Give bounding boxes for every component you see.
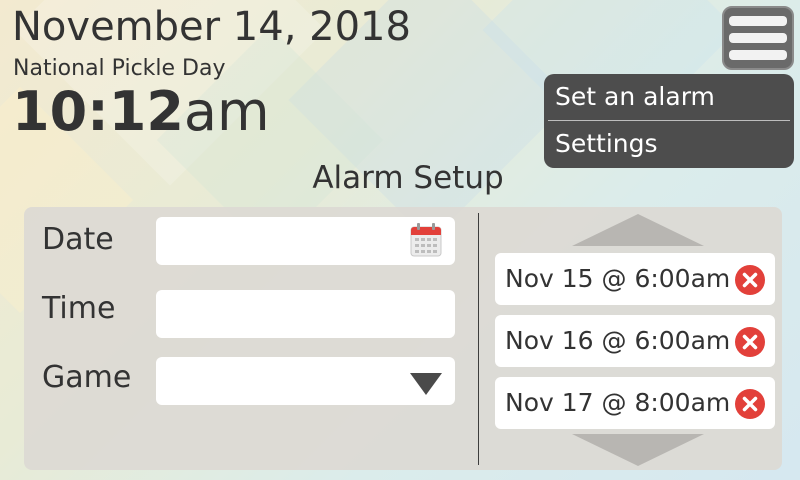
alarm-list-item[interactable]: Nov 15 @ 6:00am: [495, 253, 775, 305]
scroll-up-arrow-icon[interactable]: [572, 214, 704, 246]
time-hours-minutes: 10:12: [12, 80, 184, 143]
game-label: Game: [42, 360, 132, 395]
time-label: Time: [42, 291, 116, 326]
alarm-label: Nov 15 @ 6:00am: [505, 264, 731, 293]
hamburger-menu-icon[interactable]: [722, 6, 794, 70]
alarm-list-item[interactable]: Nov 16 @ 6:00am: [495, 315, 775, 367]
delete-alarm-icon[interactable]: [735, 327, 765, 357]
time-field[interactable]: [156, 290, 455, 338]
alarm-label: Nov 16 @ 6:00am: [505, 326, 731, 355]
alarm-label: Nov 17 @ 8:00am: [505, 388, 731, 417]
menu-item-set-alarm[interactable]: Set an alarm: [544, 74, 794, 120]
calendar-icon[interactable]: [410, 223, 442, 257]
menu-bar: [729, 50, 787, 60]
panel-divider: [478, 213, 479, 465]
current-date: November 14, 2018: [12, 4, 411, 50]
section-title: Alarm Setup: [312, 160, 504, 196]
delete-alarm-icon[interactable]: [735, 265, 765, 295]
time-ampm: am: [183, 80, 270, 143]
dropdown-menu: Set an alarm Settings: [544, 74, 794, 168]
holiday-label: National Pickle Day: [13, 56, 226, 81]
menu-bar: [729, 16, 787, 26]
menu-bar: [729, 33, 787, 43]
scroll-down-arrow-icon[interactable]: [572, 434, 704, 466]
current-time: 10:12am: [12, 80, 270, 144]
alarm-list-item[interactable]: Nov 17 @ 8:00am: [495, 377, 775, 429]
delete-alarm-icon[interactable]: [735, 389, 765, 419]
date-label: Date: [42, 222, 114, 257]
chevron-down-icon[interactable]: [410, 373, 442, 395]
